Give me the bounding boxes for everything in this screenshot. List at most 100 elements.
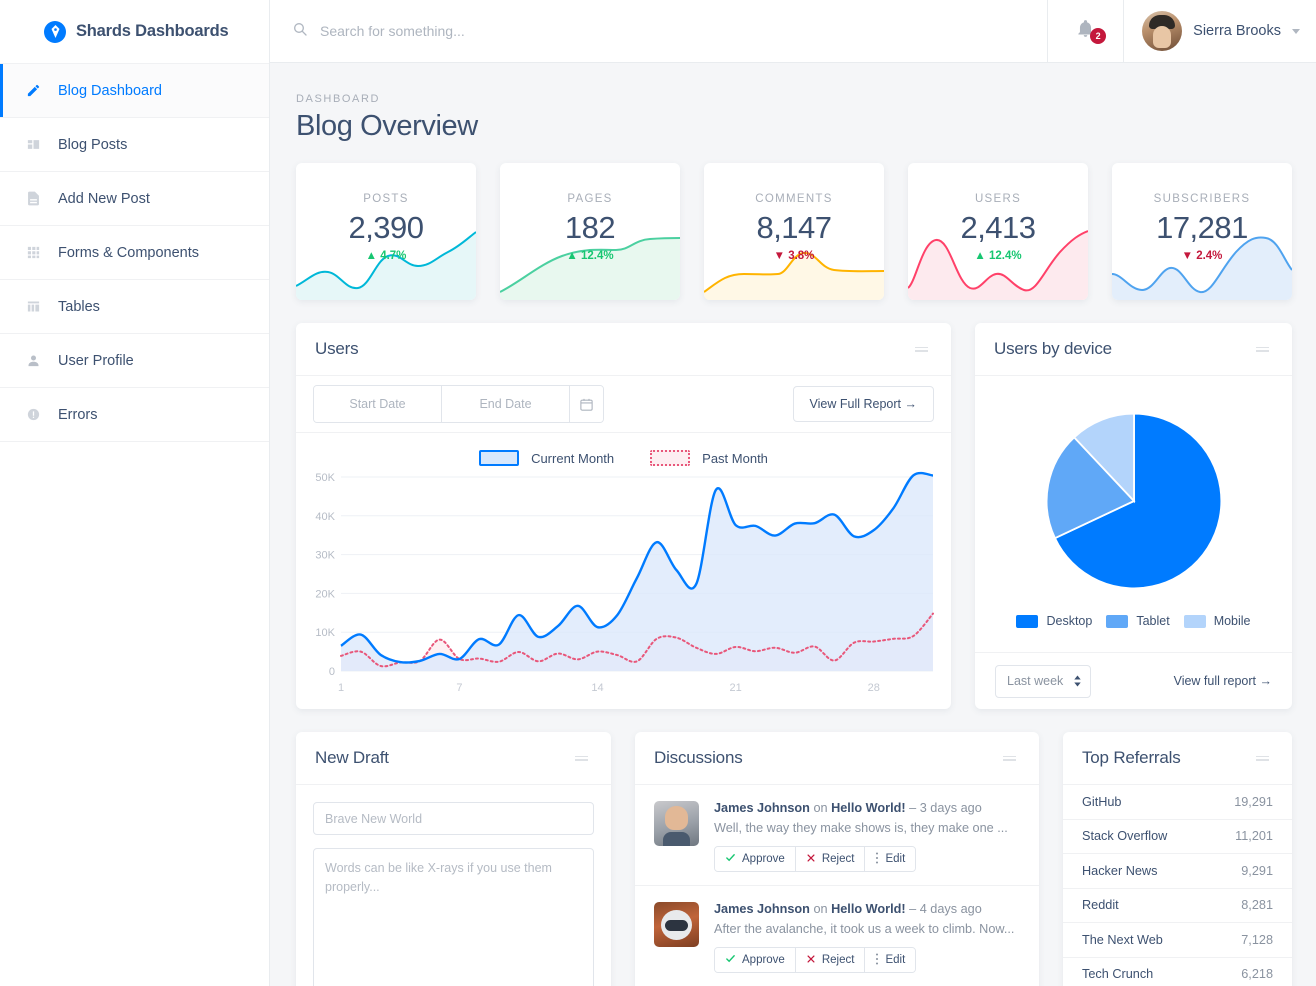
info-circle-icon [25,407,41,422]
view-full-report-button[interactable]: View Full Report → [792,386,934,422]
discussion-post[interactable]: Hello World! [831,801,905,815]
users-by-device-card: Users by device Desktop Tablet Mobile La… [975,323,1292,709]
card-menu-icon[interactable] [999,752,1020,765]
reject-button[interactable]: Reject [795,847,866,871]
period-select[interactable]: Last week [995,664,1091,698]
referral-row[interactable]: Reddit 8,281 [1063,889,1292,923]
search-input[interactable] [320,23,720,39]
sidebar-item-forms-components[interactable]: Forms & Components [0,226,269,280]
draft-body-textarea[interactable] [313,848,594,986]
stat-label: Comments [755,193,833,205]
pie-legend-item-tablet[interactable]: Tablet [1106,614,1170,628]
stat-card-pages[interactable]: Pages 182 ▲ 12.4% [500,163,680,300]
stat-value: 2,413 [960,210,1036,245]
sidebar-item-user-profile[interactable]: User Profile [0,334,269,388]
action-label: Reject [821,954,855,966]
stat-label: Posts [363,193,409,205]
svg-text:0: 0 [329,666,335,678]
legend-label: Desktop [1046,614,1093,628]
referral-row[interactable]: Hacker News 9,291 [1063,854,1292,889]
page-header: Dashboard Blog Overview [296,93,1292,143]
card-title: Users [315,339,359,358]
svg-text:28: 28 [868,682,880,694]
discussion-excerpt: After the avalanche, it took us a week t… [714,922,1015,936]
sidebar: Shards Dashboards Blog Dashboard Blog Po… [0,0,270,986]
legend-label: Mobile [1213,614,1251,628]
card-title: Users by device [994,339,1112,358]
referral-count: 6,218 [1241,967,1273,982]
stat-card-subscribers[interactable]: Subscribers 17,281 ▼ 2.4% [1112,163,1292,300]
pie-legend-item-mobile[interactable]: Mobile [1183,614,1251,628]
svg-text:7: 7 [456,682,462,694]
pie-legend: Desktop Tablet Mobile [1016,614,1251,628]
discussion-post[interactable]: Hello World! [831,902,905,916]
stat-card-posts[interactable]: Posts 2,390 ▲ 4.7% [296,163,476,300]
discussion-time: – 3 days ago [909,801,982,815]
legend-item-current-month[interactable]: Current Month [479,450,614,466]
card-menu-icon[interactable] [571,752,592,765]
edit-button[interactable]: Edit [865,847,916,871]
card-title: Top Referrals [1082,748,1181,767]
start-date-input[interactable] [314,386,442,422]
draft-title-input[interactable] [313,802,594,835]
sidebar-item-errors[interactable]: Errors [0,388,269,442]
card-menu-icon[interactable] [1252,343,1273,356]
end-date-input[interactable] [442,386,570,422]
reject-button[interactable]: Reject [795,948,866,972]
stat-delta-value: 2.4% [1196,250,1223,262]
discussion-meta: James Johnson on Hello World! – 4 days a… [714,902,1020,916]
referral-name: Tech Crunch [1082,967,1154,982]
stat-label: Users [974,193,1022,205]
card-header: Users [296,323,951,376]
period-select-wrapper: Last week [995,664,1091,698]
cross-icon [806,954,816,967]
edit-button[interactable]: Edit [865,948,916,972]
avatar-man-photo [654,801,699,846]
sidebar-item-blog-posts[interactable]: Blog Posts [0,118,269,172]
card-header: Top Referrals [1063,732,1292,785]
check-icon [725,953,736,967]
stat-card-comments[interactable]: Comments 8,147 ▼ 3.8% [704,163,884,300]
notifications-button[interactable]: 2 [1047,0,1123,62]
pie-legend-item-desktop[interactable]: Desktop [1016,614,1092,628]
referral-count: 7,128 [1241,932,1273,947]
legend-item-past-month[interactable]: Past Month [650,450,768,466]
card-menu-icon[interactable] [1252,752,1273,765]
stat-delta-value: 3.8% [788,250,815,262]
legend-swatch [479,450,520,466]
topbar: 2 Sierra Brooks [270,0,1316,63]
brand[interactable]: Shards Dashboards [0,0,269,64]
new-draft-card: New Draft [296,732,611,986]
discussion-time: – 4 days ago [909,902,982,916]
notification-badge: 2 [1090,28,1107,44]
stat-value: 17,281 [1156,210,1248,245]
sidebar-item-label: Errors [58,406,98,423]
sidebar-item-label: Blog Dashboard [58,82,162,99]
referral-name: GitHub [1082,794,1122,809]
avatar-astronaut-photo [654,902,699,947]
discussion-actions: Approve Reject Edit [714,846,917,872]
sidebar-item-tables[interactable]: Tables [0,280,269,334]
referral-row[interactable]: The Next Web 7,128 [1063,923,1292,958]
sidebar-item-blog-dashboard[interactable]: Blog Dashboard [0,64,269,118]
pencil-icon [25,83,41,98]
approve-button[interactable]: Approve [715,847,796,871]
referral-row[interactable]: GitHub 19,291 [1063,785,1292,820]
sidebar-item-add-new-post[interactable]: Add New Post [0,172,269,226]
note-add-icon [25,191,41,206]
view-full-report-link[interactable]: View full report → [1174,674,1272,688]
sidebar-nav: Blog Dashboard Blog Posts Add New Post F… [0,64,269,442]
calendar-icon[interactable] [570,386,603,422]
trend-up-icon: ▲ [566,250,578,262]
referral-row[interactable]: Tech Crunch 6,218 [1063,958,1292,986]
stat-delta: ▼ 2.4% [1112,250,1292,262]
card-menu-icon[interactable] [911,343,932,356]
referral-name: Reddit [1082,898,1119,913]
svg-text:1: 1 [338,682,344,694]
referral-row[interactable]: Stack Overflow 11,201 [1063,820,1292,854]
approve-button[interactable]: Approve [715,948,796,972]
user-menu[interactable]: Sierra Brooks [1123,0,1316,62]
svg-text:40K: 40K [315,511,335,523]
stat-card-users[interactable]: Users 2,413 ▲ 12.4% [908,163,1088,300]
sidebar-item-label: Add New Post [58,190,150,207]
